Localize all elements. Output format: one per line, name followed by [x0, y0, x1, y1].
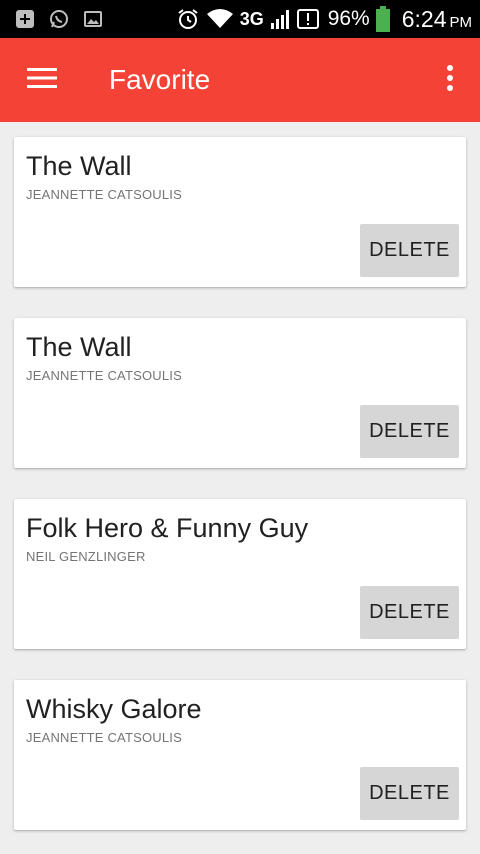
- overflow-menu-button[interactable]: [420, 38, 480, 122]
- menu-icon: [27, 66, 57, 95]
- wifi-icon: [206, 8, 234, 30]
- menu-button[interactable]: [0, 38, 82, 122]
- image-icon: [82, 8, 104, 30]
- delete-button[interactable]: DELETE: [360, 405, 459, 458]
- card-author: JEANNETTE CATSOULIS: [26, 730, 182, 745]
- delete-button[interactable]: DELETE: [360, 586, 459, 639]
- page-title: Favorite: [109, 64, 211, 95]
- add-box-icon: [14, 8, 36, 30]
- card-title: The Wall: [26, 332, 132, 362]
- favorite-card: The Wall JEANNETTE CATSOULIS DELETE: [14, 137, 466, 287]
- network-type: 3G: [239, 8, 264, 29]
- card-author: NEIL GENZLINGER: [26, 549, 146, 564]
- status-bar: 3G 96% 6:24 PM: [0, 0, 480, 38]
- card-title: Folk Hero & Funny Guy: [26, 513, 309, 543]
- sim-alert-icon: [296, 7, 322, 31]
- whatsapp-icon: [48, 8, 70, 30]
- more-vert-icon: [446, 64, 454, 97]
- clock-ampm: PM: [449, 13, 473, 31]
- card-author: JEANNETTE CATSOULIS: [26, 187, 182, 202]
- signal-icon: [270, 8, 290, 30]
- clock-time: 6:24: [401, 5, 447, 32]
- app-bar: Favorite: [0, 38, 480, 122]
- battery-icon: [375, 6, 390, 32]
- delete-button[interactable]: DELETE: [360, 224, 459, 277]
- card-title: Whisky Galore: [26, 694, 202, 724]
- alarm-icon: [176, 7, 200, 31]
- battery-percent: 96%: [327, 7, 370, 30]
- favorite-card: The Wall JEANNETTE CATSOULIS DELETE: [14, 318, 466, 468]
- favorite-card: Folk Hero & Funny Guy NEIL GENZLINGER DE…: [14, 499, 466, 649]
- card-author: JEANNETTE CATSOULIS: [26, 368, 182, 383]
- delete-button[interactable]: DELETE: [360, 767, 459, 820]
- card-title: The Wall: [26, 151, 132, 181]
- favorite-card: Whisky Galore JEANNETTE CATSOULIS DELETE: [14, 680, 466, 830]
